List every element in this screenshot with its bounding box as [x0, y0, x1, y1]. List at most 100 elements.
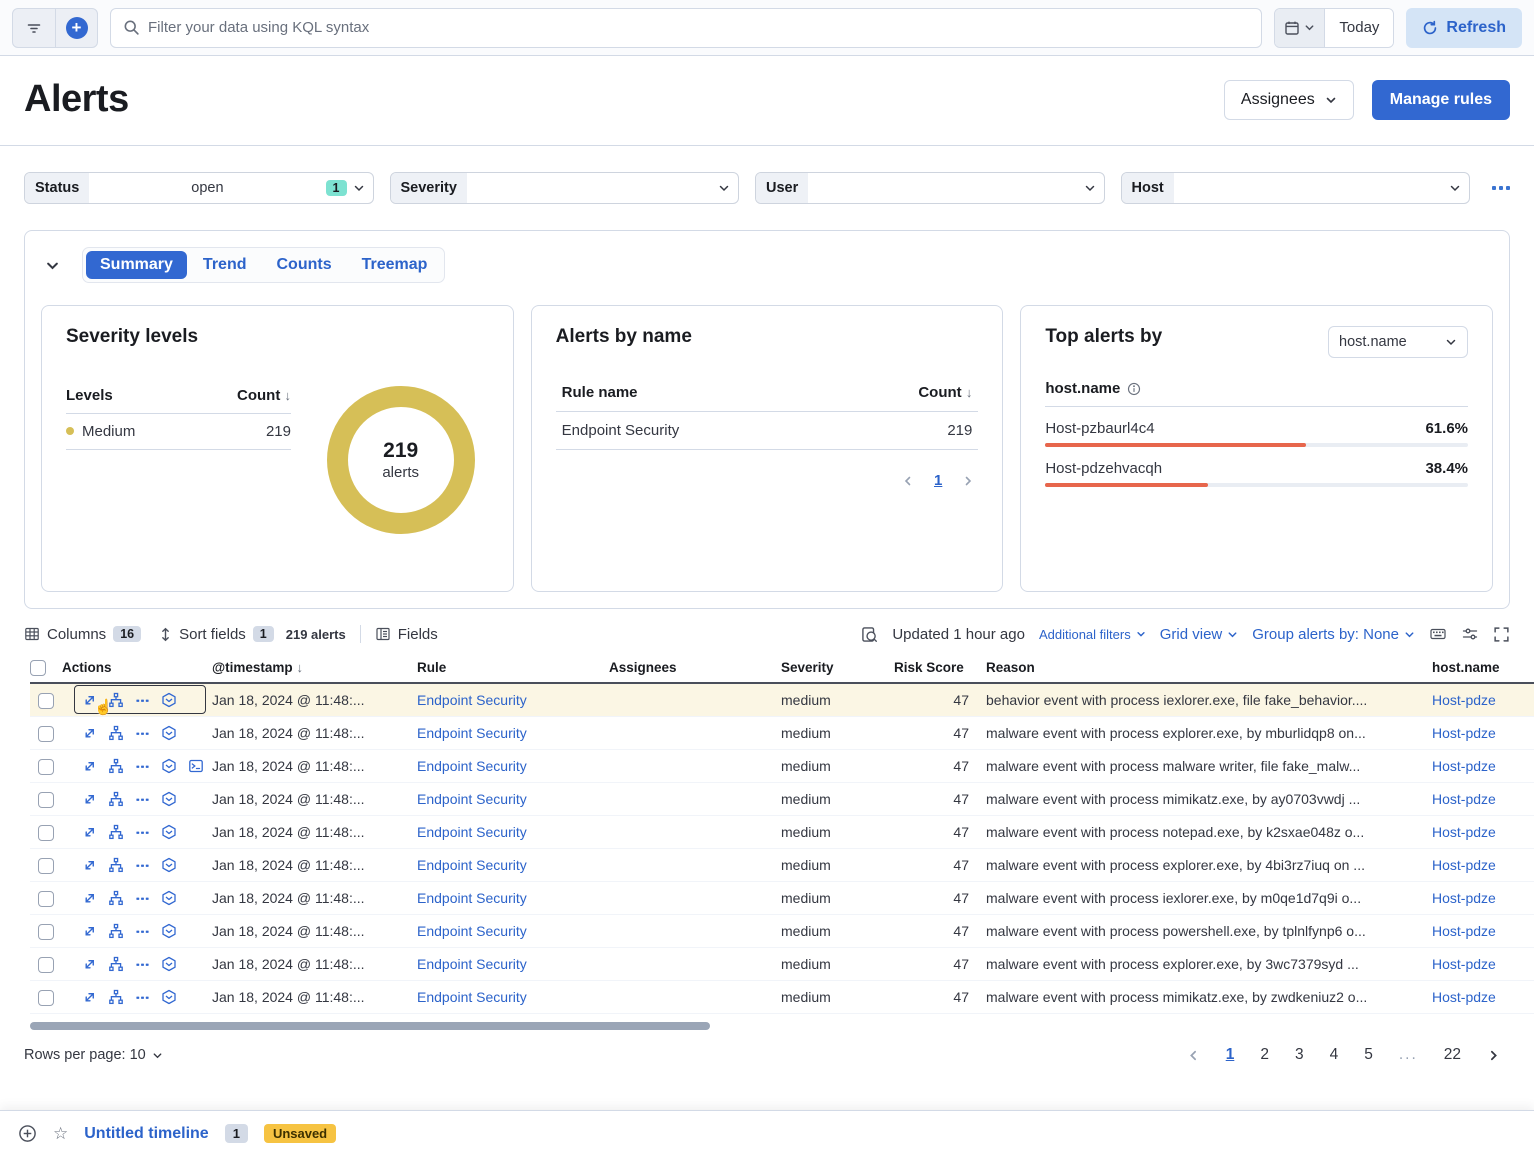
analyze-event-icon[interactable] — [108, 791, 124, 807]
more-actions-icon[interactable] — [135, 924, 150, 939]
header-severity[interactable]: Severity — [781, 653, 894, 683]
alert-host-link[interactable]: Host-pdze — [1432, 725, 1496, 741]
header-reason[interactable]: Reason — [986, 653, 1432, 683]
endpoint-shield-icon[interactable] — [161, 857, 177, 873]
add-filter-button[interactable]: + — [55, 9, 97, 47]
more-actions-icon[interactable] — [135, 726, 150, 741]
count-sort-header[interactable]: Count ↓ — [237, 387, 291, 404]
rows-per-page-button[interactable]: Rows per page: 10 — [24, 1047, 163, 1063]
analyze-event-icon[interactable] — [108, 725, 124, 741]
endpoint-shield-icon[interactable] — [161, 692, 177, 708]
more-actions-icon[interactable] — [135, 792, 150, 807]
more-actions-icon[interactable] — [135, 825, 150, 840]
tab-treemap[interactable]: Treemap — [348, 251, 442, 279]
info-icon[interactable] — [1127, 382, 1141, 396]
date-picker-calendar-button[interactable] — [1275, 9, 1324, 47]
row-checkbox[interactable] — [38, 693, 54, 709]
alert-host-link[interactable]: Host-pdze — [1432, 758, 1496, 774]
additional-filters-button[interactable]: Additional filters — [1039, 627, 1146, 642]
expand-alert-icon[interactable] — [82, 990, 97, 1005]
row-checkbox[interactable] — [38, 957, 54, 973]
alert-host-link[interactable]: Host-pdze — [1432, 824, 1496, 840]
page-button[interactable]: 22 — [1444, 1046, 1461, 1064]
group-alerts-by-button[interactable]: Group alerts by: None — [1252, 626, 1415, 643]
status-filter[interactable]: Status open 1 — [24, 172, 374, 204]
row-checkbox[interactable] — [38, 924, 54, 940]
next-page-icon[interactable] — [1487, 1049, 1500, 1062]
keyboard-shortcuts-icon[interactable] — [1429, 625, 1447, 643]
endpoint-shield-icon[interactable] — [161, 758, 177, 774]
analyze-event-icon[interactable] — [108, 989, 124, 1005]
row-checkbox[interactable] — [38, 792, 54, 808]
expand-alert-icon[interactable] — [82, 957, 97, 972]
more-actions-icon[interactable] — [135, 891, 150, 906]
alert-host-link[interactable]: Host-pdze — [1432, 989, 1496, 1005]
alert-rule-link[interactable]: Endpoint Security — [417, 791, 527, 807]
expand-alert-icon[interactable] — [82, 759, 97, 774]
alert-rule-link[interactable]: Endpoint Security — [417, 824, 527, 840]
alert-rule-link[interactable]: Endpoint Security — [417, 725, 527, 741]
endpoint-shield-icon[interactable] — [161, 725, 177, 741]
display-options-icon[interactable] — [1461, 625, 1479, 643]
alert-rule-link[interactable]: Endpoint Security — [417, 989, 527, 1005]
page-1-button[interactable]: 1 — [934, 472, 942, 489]
more-actions-icon[interactable] — [135, 759, 150, 774]
user-filter[interactable]: User — [755, 172, 1105, 204]
row-checkbox[interactable] — [38, 726, 54, 742]
page-button[interactable]: 2 — [1260, 1046, 1269, 1064]
expand-alert-icon[interactable] — [82, 693, 97, 708]
alert-rule-link[interactable]: Endpoint Security — [417, 956, 527, 972]
tab-counts[interactable]: Counts — [262, 251, 345, 279]
date-range-today-button[interactable]: Today — [1324, 9, 1393, 47]
top-alerts-field-select[interactable]: host.name — [1328, 326, 1468, 358]
page-button[interactable]: 3 — [1295, 1046, 1304, 1064]
more-actions-icon[interactable] — [135, 957, 150, 972]
timeline-title-link[interactable]: Untitled timeline — [84, 1125, 208, 1143]
manage-rules-button[interactable]: Manage rules — [1372, 80, 1510, 120]
count-sort-header[interactable]: Count ↓ — [918, 384, 972, 401]
alert-rule-link[interactable]: Endpoint Security — [417, 758, 527, 774]
alert-rule-link[interactable]: Endpoint Security — [417, 857, 527, 873]
collapse-section-button[interactable] — [41, 254, 64, 277]
endpoint-shield-icon[interactable] — [161, 824, 177, 840]
more-actions-icon[interactable] — [135, 693, 150, 708]
expand-alert-icon[interactable] — [82, 825, 97, 840]
kql-search-input[interactable] — [148, 19, 1249, 36]
page-button[interactable]: 1 — [1226, 1046, 1235, 1064]
alert-rule-link[interactable]: Endpoint Security — [417, 890, 527, 906]
filter-menu-button[interactable] — [13, 9, 55, 47]
row-checkbox[interactable] — [38, 858, 54, 874]
expand-alert-icon[interactable] — [82, 924, 97, 939]
page-button[interactable]: 4 — [1330, 1046, 1339, 1064]
add-timeline-icon[interactable] — [18, 1124, 37, 1143]
alert-host-link[interactable]: Host-pdze — [1432, 956, 1496, 972]
analyze-event-icon[interactable] — [108, 692, 124, 708]
alert-rule-link[interactable]: Endpoint Security — [417, 923, 527, 939]
row-checkbox[interactable] — [38, 825, 54, 841]
alert-host-link[interactable]: Host-pdze — [1432, 923, 1496, 939]
expand-alert-icon[interactable] — [82, 891, 97, 906]
inspect-icon[interactable] — [861, 626, 878, 643]
alert-rule-link[interactable]: Endpoint Security — [417, 692, 527, 708]
expand-alert-icon[interactable] — [82, 726, 97, 741]
alert-host-link[interactable]: Host-pdze — [1432, 791, 1496, 807]
expand-alert-icon[interactable] — [82, 792, 97, 807]
next-page-icon[interactable] — [962, 475, 974, 487]
host-filter[interactable]: Host — [1121, 172, 1471, 204]
endpoint-shield-icon[interactable] — [161, 989, 177, 1005]
header-timestamp[interactable]: @timestamp ↓ — [212, 653, 417, 683]
open-session-view-icon[interactable] — [188, 758, 204, 774]
analyze-event-icon[interactable] — [108, 758, 124, 774]
fields-button[interactable]: Fields — [375, 626, 438, 643]
more-filters-button[interactable] — [1492, 186, 1510, 190]
analyze-event-icon[interactable] — [108, 956, 124, 972]
fullscreen-icon[interactable] — [1493, 626, 1510, 643]
page-button[interactable]: 5 — [1364, 1046, 1373, 1064]
header-rule[interactable]: Rule — [417, 653, 609, 683]
more-actions-icon[interactable] — [135, 990, 150, 1005]
more-actions-icon[interactable] — [135, 858, 150, 873]
sort-fields-button[interactable]: Sort fields 1 — [159, 626, 274, 643]
tab-trend[interactable]: Trend — [189, 251, 261, 279]
header-host-name[interactable]: host.name — [1432, 653, 1534, 683]
prev-page-icon[interactable] — [902, 475, 914, 487]
